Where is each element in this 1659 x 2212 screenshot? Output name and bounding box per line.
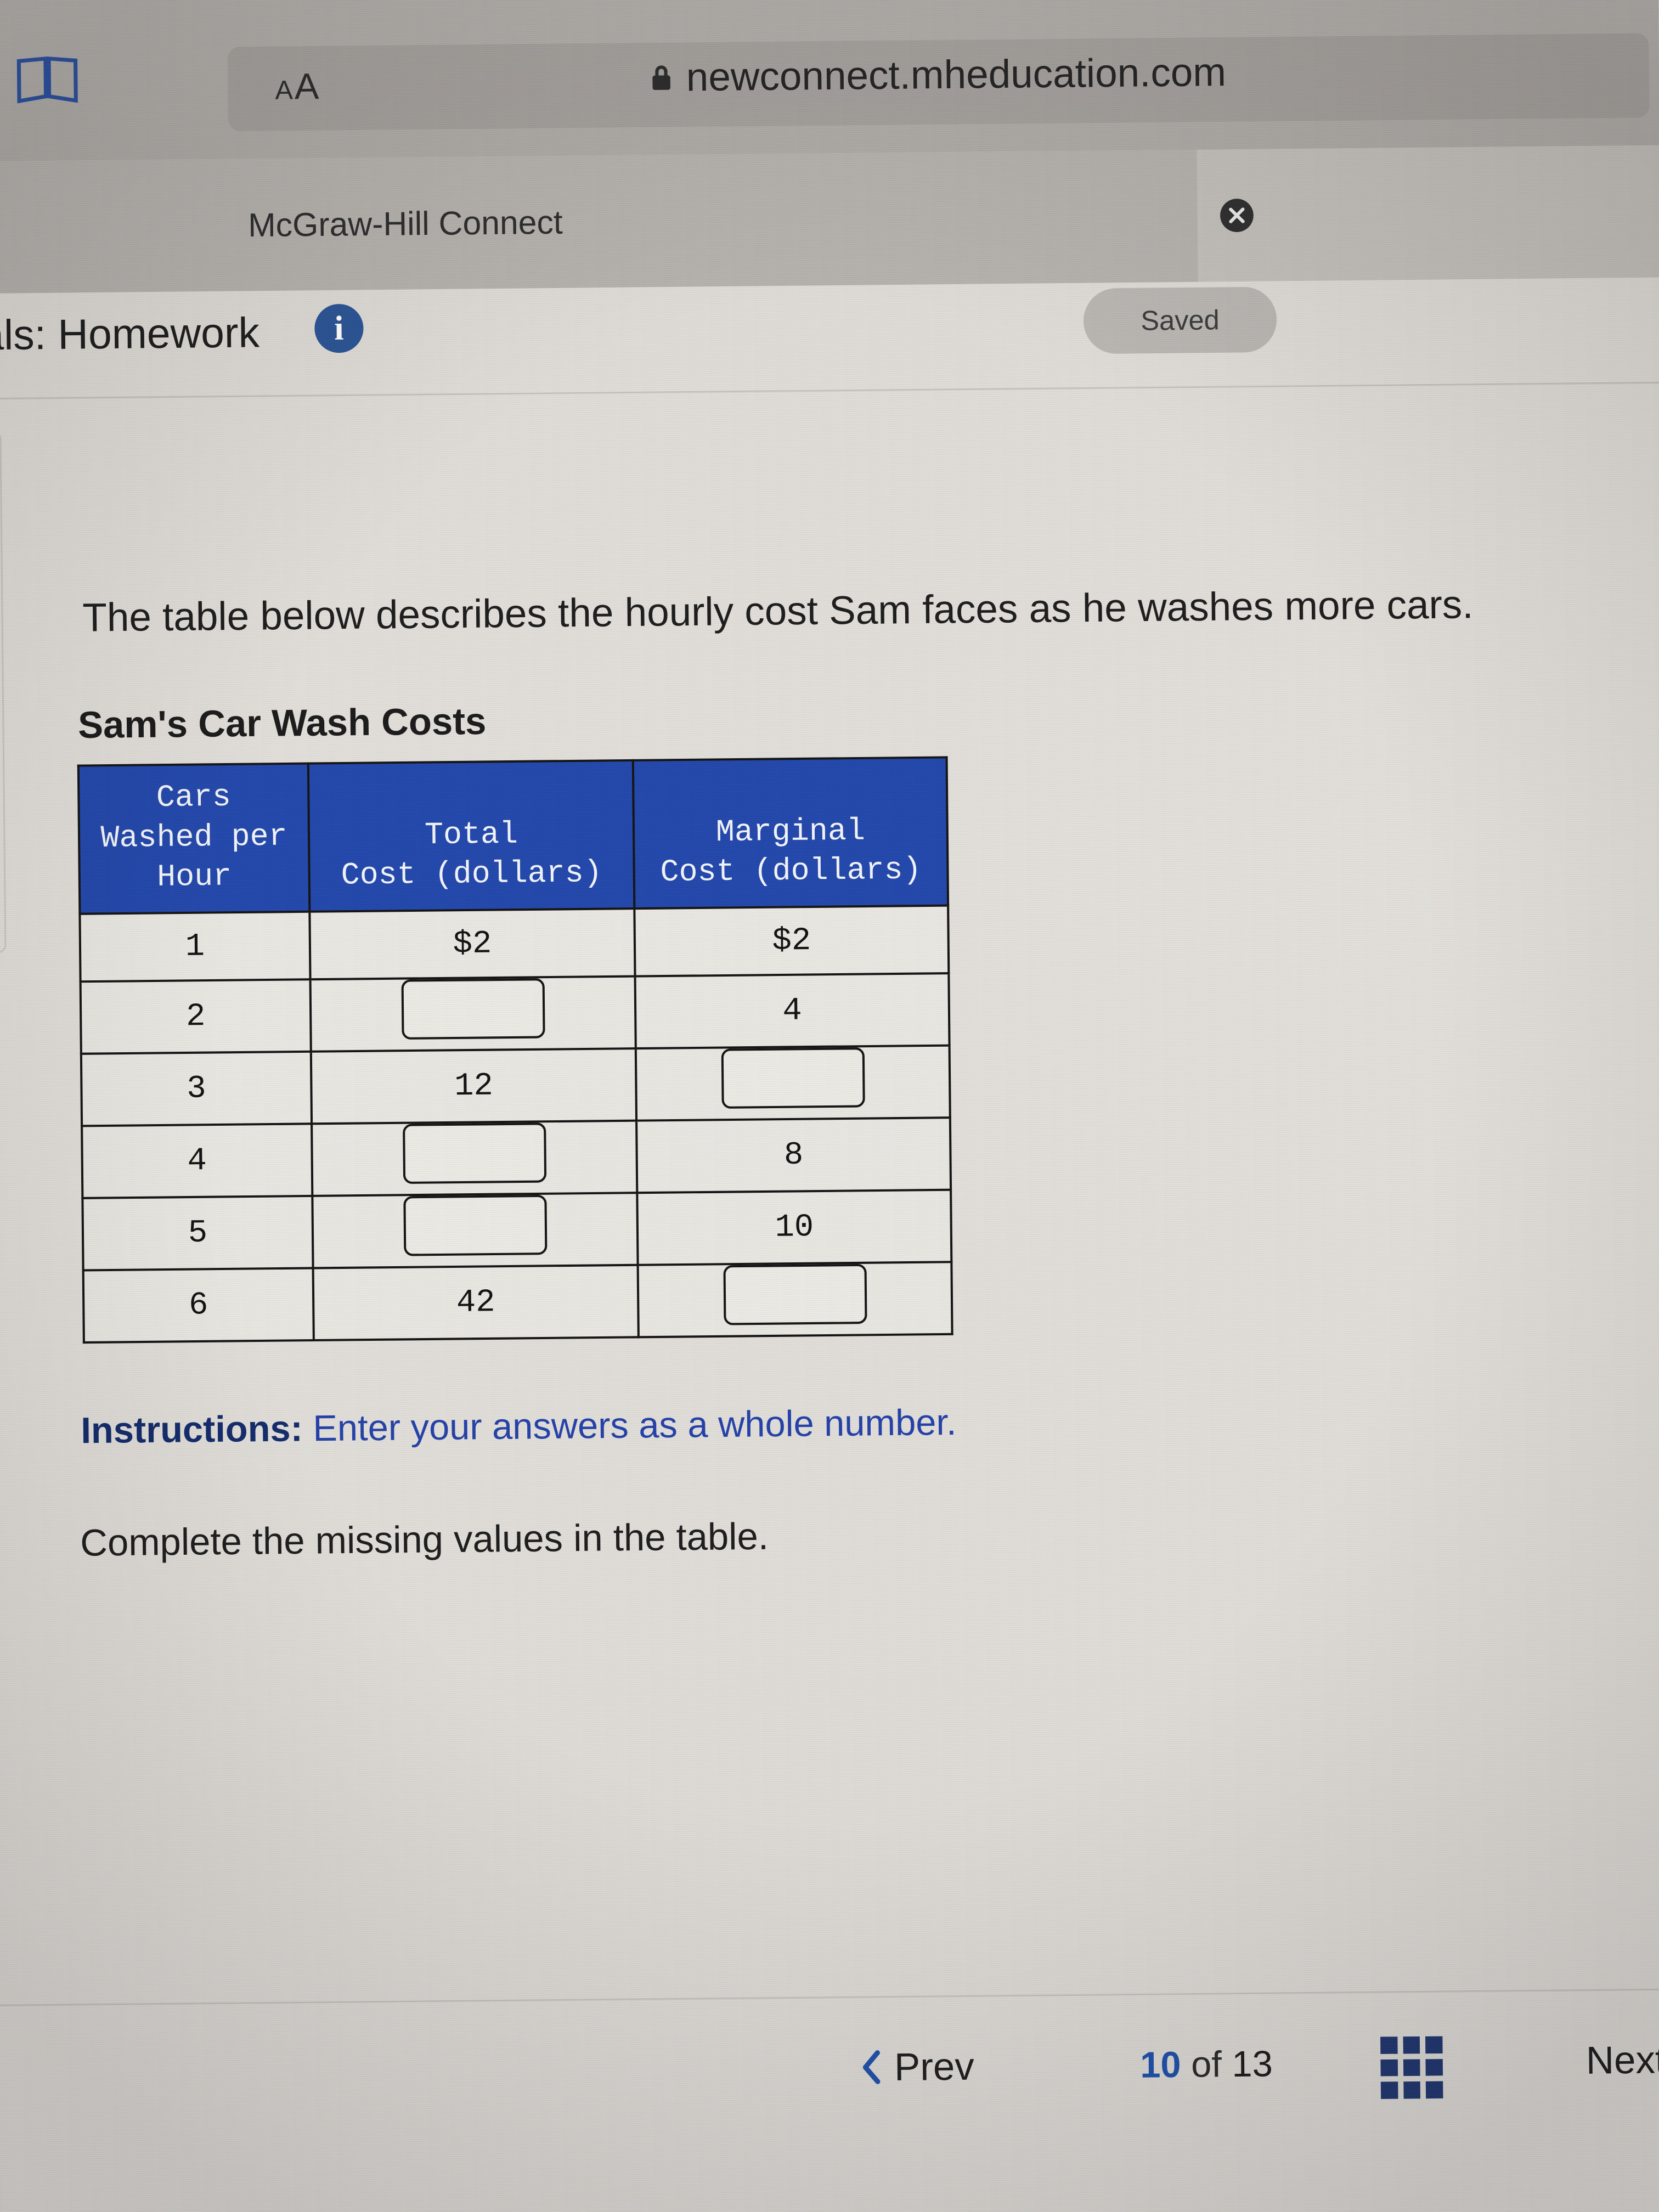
address-bar[interactable]: AA newconnect.mheducation.com (227, 33, 1650, 132)
table-row: 3 12 (81, 1045, 950, 1126)
cell-marginal-cost: 10 (637, 1189, 952, 1265)
cell-cars: 4 (82, 1124, 313, 1198)
grid-cell (1380, 2081, 1398, 2099)
table-title: Sam's Car Wash Costs (77, 700, 487, 747)
table-row: 5 10 (82, 1189, 952, 1271)
answer-input-marginal-cost-row6[interactable] (723, 1263, 867, 1325)
current-page: 10 (1139, 2044, 1181, 2085)
browser-toolbar: AA newconnect.mheducation.com (0, 0, 1659, 162)
col0-line1: Washed per (100, 818, 287, 856)
cell-cars: 3 (81, 1051, 312, 1126)
lock-icon (651, 64, 672, 91)
col2-line1: Marginal (715, 812, 866, 850)
cell-total-cost: 42 (313, 1265, 639, 1341)
grid-cell (1403, 2081, 1421, 2099)
total-pages: 13 (1232, 2042, 1273, 2085)
col1-line0 (315, 774, 627, 816)
grid-cell (1426, 2081, 1443, 2099)
column-header-cars-washed: Cars Washed per Hour (78, 763, 310, 914)
cell-marginal-cost: $2 (634, 905, 949, 977)
table-row: 2 4 (80, 973, 950, 1054)
answer-input-marginal-cost-row3[interactable] (721, 1047, 865, 1109)
device-screen: AA newconnect.mheducation.com McGraw-Hil… (0, 0, 1659, 2212)
answer-input-total-cost-row4[interactable] (402, 1122, 546, 1184)
table-row: 4 8 (82, 1118, 951, 1198)
cost-table: Cars Washed per Hour Total Cost (dollars… (77, 756, 953, 1344)
page-content: tals: Homework i Saved The table below d… (0, 277, 1659, 2212)
page-counter: 10 of 13 (1140, 2042, 1273, 2086)
question-navigation: Prev 10 of 13 Next (0, 1988, 1659, 2212)
answer-input-total-cost-row5[interactable] (403, 1194, 547, 1256)
question-intro: The table below describes the hourly cos… (82, 582, 1474, 640)
col1-line2: Cost (dollars) (341, 855, 603, 894)
cell-cars: 6 (83, 1268, 314, 1343)
table-head: Cars Washed per Hour Total Cost (dollars… (78, 757, 949, 914)
grid-cell (1425, 2036, 1443, 2053)
tab-title: McGraw-Hill Connect (247, 203, 563, 244)
cell-total-cost (312, 1120, 637, 1196)
col0-line0: Cars (156, 779, 232, 816)
book-icon[interactable] (14, 53, 80, 108)
next-button[interactable]: Next (1586, 2038, 1659, 2083)
col1-line1: Total (424, 816, 518, 853)
grid-cell (1403, 2059, 1420, 2076)
answer-input-total-cost-row2[interactable] (401, 978, 545, 1040)
grid-cell (1380, 2059, 1398, 2076)
cell-cars: 2 (80, 979, 311, 1054)
table-header-row: Cars Washed per Hour Total Cost (dollars… (78, 757, 949, 914)
cell-marginal-cost: 8 (636, 1118, 951, 1193)
page-of-label: of (1190, 2043, 1222, 2085)
col2-line2: Cost (dollars) (660, 852, 922, 890)
cell-cars: 1 (80, 911, 311, 982)
instructions-rest: Enter your answers as a whole number. (302, 1401, 957, 1449)
prev-button[interactable]: Prev (861, 2044, 974, 2090)
cell-total-cost (312, 1193, 638, 1268)
chevron-left-icon (861, 2050, 882, 2085)
table-body: 1 $2 $2 2 4 3 12 4 8 5 10 6 42 (80, 905, 952, 1343)
question-prompt: Complete the missing values in the table… (80, 1515, 769, 1564)
column-header-total-cost: Total Cost (dollars) (308, 760, 635, 912)
cell-total-cost (310, 976, 636, 1052)
close-icon[interactable] (1220, 198, 1254, 233)
question-body: The table below describes the hourly cos… (0, 278, 1659, 2212)
url-text: newconnect.mheducation.com (686, 50, 1227, 100)
table-row: 1 $2 $2 (80, 905, 949, 982)
grid-cell (1380, 2036, 1398, 2054)
column-header-marginal-cost: Marginal Cost (dollars) (633, 757, 949, 909)
col2-line0 (640, 771, 940, 814)
prev-label: Prev (894, 2044, 975, 2089)
cell-marginal-cost (637, 1262, 952, 1338)
cell-cars: 5 (82, 1195, 313, 1271)
cell-total-cost: $2 (309, 909, 635, 980)
cell-total-cost: 12 (311, 1048, 637, 1124)
cell-marginal-cost (635, 1045, 950, 1121)
instructions: Instructions: Enter your answers as a wh… (81, 1401, 957, 1451)
table-row: 6 42 (83, 1262, 952, 1343)
cost-table-wrapper: Cars Washed per Hour Total Cost (dollars… (77, 756, 953, 1344)
grid-icon[interactable] (1380, 2036, 1443, 2099)
tab-strip: McGraw-Hill Connect (0, 145, 1659, 295)
grid-cell (1403, 2036, 1420, 2054)
col0-line2: Hour (156, 859, 232, 895)
grid-cell (1425, 2058, 1443, 2076)
next-label: Next (1585, 2038, 1659, 2083)
browser-tab[interactable]: McGraw-Hill Connect (0, 149, 1198, 294)
cell-marginal-cost: 4 (635, 973, 950, 1049)
instructions-lead: Instructions: (81, 1407, 303, 1451)
